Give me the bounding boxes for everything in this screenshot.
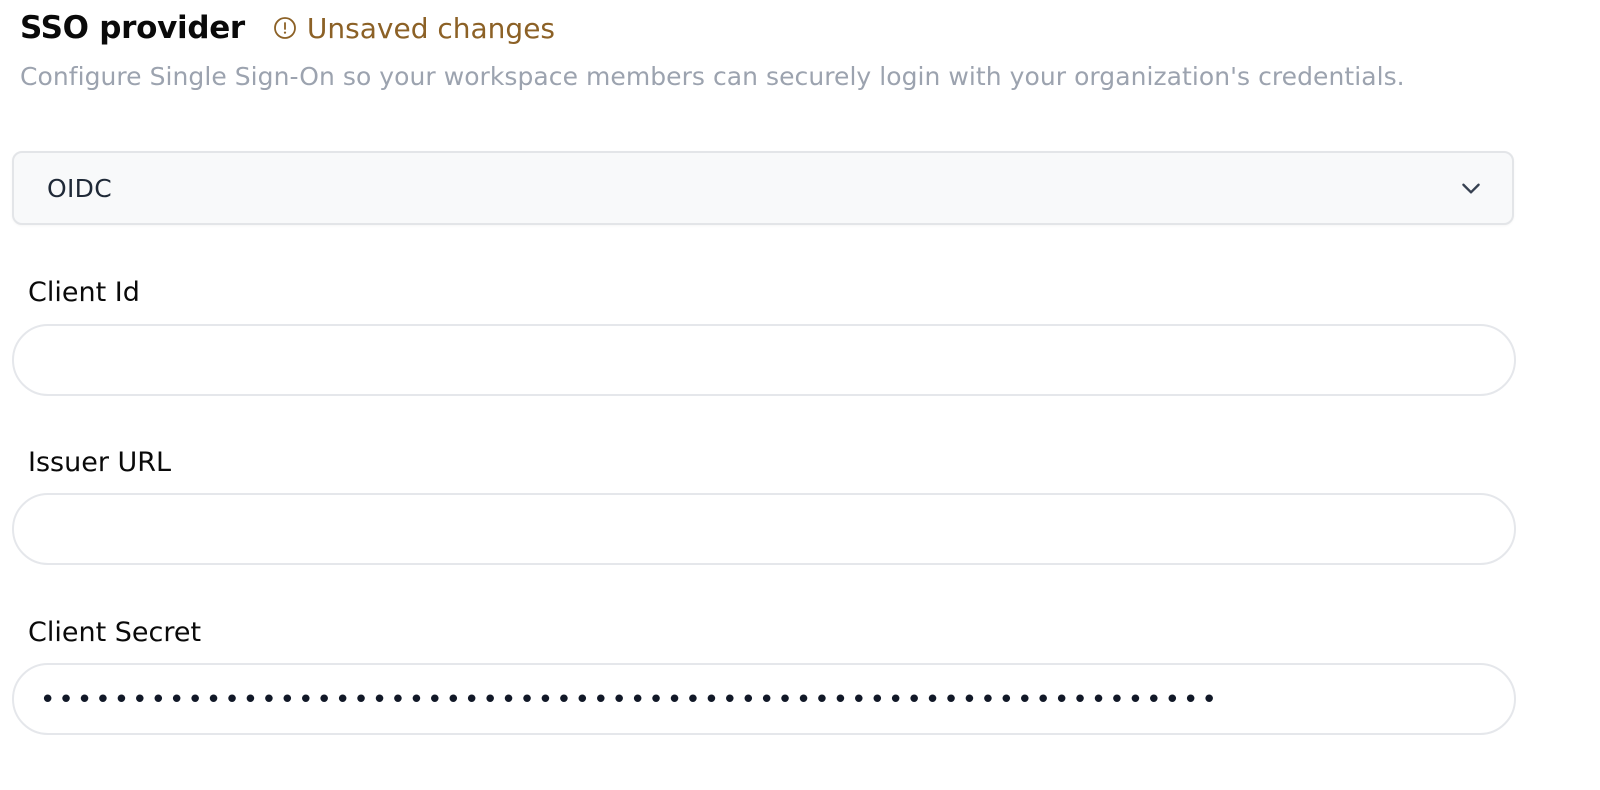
exclamation-circle-icon: [273, 16, 297, 40]
page-title: SSO provider: [20, 10, 245, 46]
unsaved-changes-label: Unsaved changes: [306, 11, 556, 45]
issuer-url-input[interactable]: [40, 513, 1488, 545]
client-id-label: Client Id: [28, 277, 140, 308]
client-id-field-wrapper: [12, 324, 1516, 396]
client-secret-label: Client Secret: [28, 617, 202, 648]
sso-provider-selected-value: OIDC: [47, 173, 112, 203]
issuer-url-field-wrapper: [12, 493, 1516, 565]
sso-provider-select[interactable]: OIDC: [12, 151, 1514, 225]
client-secret-input[interactable]: ••••••••••••••••••••••••••••••••••••••••…: [12, 663, 1516, 735]
page-description: Configure Single Sign-On so your workspa…: [20, 62, 1405, 91]
chevron-down-icon: [1458, 175, 1484, 201]
client-secret-masked-value: ••••••••••••••••••••••••••••••••••••••••…: [40, 685, 1220, 713]
header: SSO provider Unsaved changes: [20, 6, 555, 50]
issuer-url-label: Issuer URL: [28, 447, 172, 478]
unsaved-changes-indicator: Unsaved changes: [273, 12, 555, 45]
client-id-input[interactable]: [40, 344, 1488, 376]
